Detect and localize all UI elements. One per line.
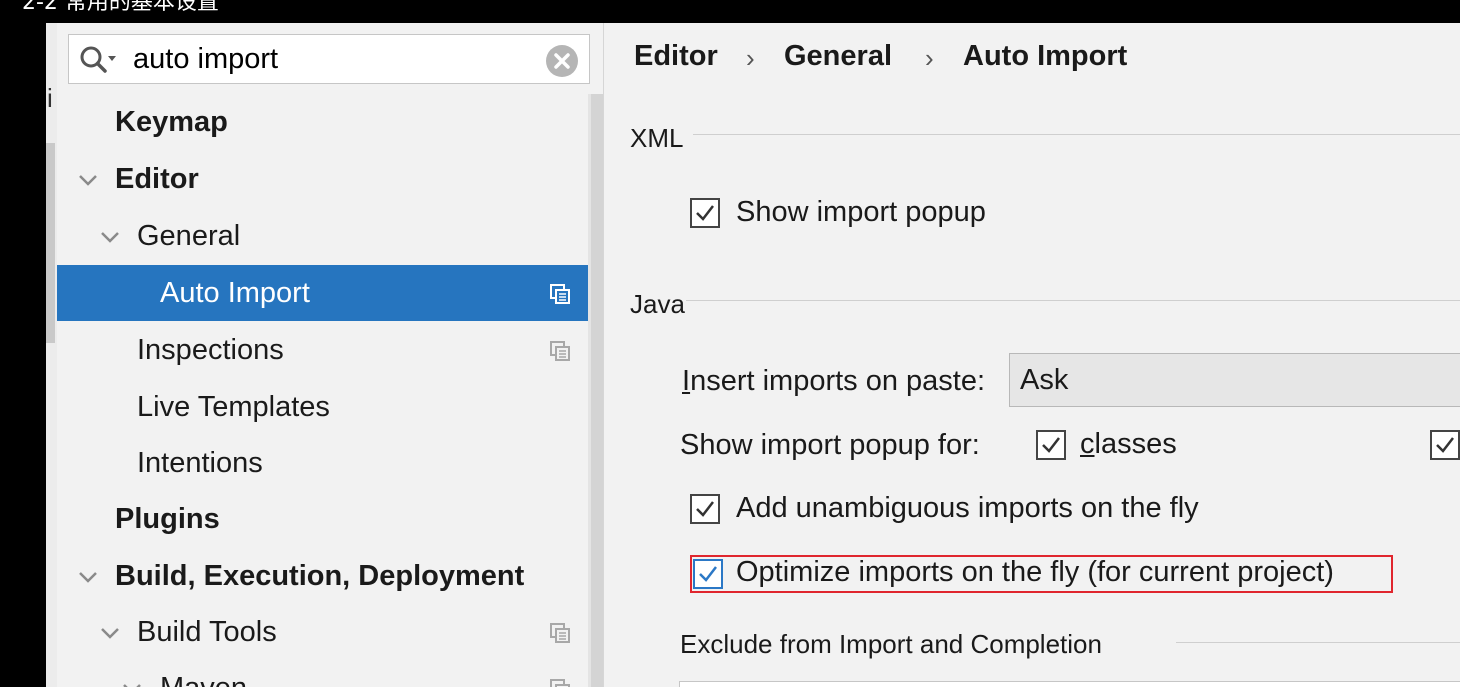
classes-checkbox[interactable] [1036,430,1066,460]
tree-item-label: Live Templates [137,391,330,423]
classes-label[interactable]: classes [1080,428,1177,461]
tree-item-build-tools[interactable]: Build Tools [57,604,603,660]
members-checkbox[interactable] [1430,430,1460,460]
tree-item-general[interactable]: General [57,208,603,264]
tree-item-label: Build, Execution, Deployment [115,560,525,592]
background-window-edge: i [46,23,57,687]
chevron-down-icon[interactable] [77,566,99,588]
optimize-imports-checkbox[interactable] [693,559,723,589]
optimize-imports-label[interactable]: Optimize imports on the fly (for current… [736,556,1334,589]
tree-item-label: Build Tools [137,616,277,648]
tree-item-label: Editor [115,163,199,195]
breadcrumb-separator: › [746,43,755,73]
show-import-popup-checkbox[interactable] [690,198,720,228]
breadcrumb-item-editor[interactable]: Editor [634,40,718,73]
breadcrumb-item-auto-import: Auto Import [963,40,1128,72]
section-title-exclude: Exclude from Import and Completion [680,629,1102,659]
tree-item-keymap[interactable]: Keymap [57,94,603,150]
project-scope-icon [550,341,570,361]
tree-item-intentions[interactable]: Intentions [57,435,603,491]
add-unambiguous-imports-checkbox[interactable] [690,494,720,524]
tree-item-label: Plugins [115,503,220,535]
tree-item-maven[interactable]: Maven [57,660,603,687]
section-title-xml: XML [630,123,684,153]
tree-item-plugins[interactable]: Plugins [57,491,603,547]
project-scope-icon [550,679,570,687]
section-divider [1176,642,1460,643]
breadcrumb-separator: › [925,43,934,73]
tree-item-label: General [137,220,241,252]
project-scope-icon [550,284,570,304]
tree-item-inspections[interactable]: Inspections [57,322,603,378]
breadcrumb-item-general[interactable]: General [784,40,892,73]
chevron-down-icon[interactable] [99,622,121,644]
insert-imports-label: Insert imports on paste: [682,365,986,397]
chevron-down-icon[interactable] [99,226,121,248]
search-box[interactable] [68,34,590,84]
tree-item-label: Auto Import [160,277,310,309]
tree-item-label: Inspections [137,334,284,366]
checkmark-icon [699,566,717,582]
tree-item-auto-import[interactable]: Auto Import [57,265,603,321]
chevron-down-icon[interactable] [77,169,99,191]
tree-item-label: Intentions [137,447,263,479]
clear-icon[interactable] [545,44,579,78]
checkmark-icon [1436,437,1454,453]
insert-imports-dropdown[interactable]: Ask [1009,353,1460,407]
exclude-table[interactable] [679,681,1460,687]
video-title: 2-2 常用的基本设置 [22,0,219,15]
settings-window: i Keymap Editor General [46,23,1460,687]
tree-item-label: Keymap [115,106,228,138]
show-import-popup-for-label: Show import popup for: [680,429,980,461]
section-title-java: Java [630,289,685,319]
search-icon[interactable] [79,45,119,75]
tree-item-build-execution-deployment[interactable]: Build, Execution, Deployment [57,548,603,604]
checkmark-icon [696,501,714,517]
checkmark-icon [696,205,714,221]
chevron-down-icon[interactable] [121,678,143,687]
tree-item-editor[interactable]: Editor [57,151,603,207]
show-import-popup-label[interactable]: Show import popup [736,196,986,229]
tree-item-label: Maven [160,660,247,687]
project-scope-icon [550,623,570,643]
add-unambiguous-imports-label[interactable]: Add unambiguous imports on the fly [736,492,1199,525]
search-input[interactable] [133,41,533,77]
checkmark-icon [1042,437,1060,453]
section-divider [686,300,1460,301]
section-divider [693,134,1460,135]
settings-sidebar: Keymap Editor General Auto Import Inspec… [57,23,614,687]
tree-item-live-templates[interactable]: Live Templates [57,379,603,435]
